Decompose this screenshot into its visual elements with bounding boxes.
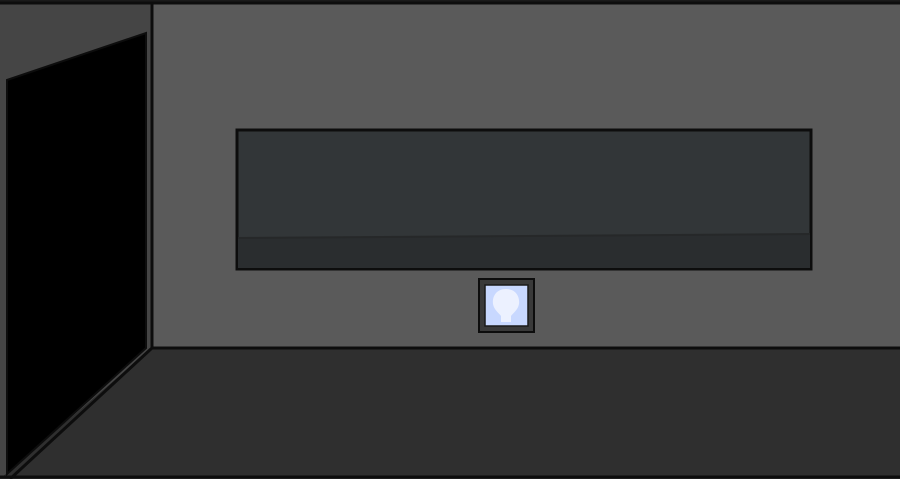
window-hotspot[interactable] <box>236 129 812 270</box>
door-hotspot[interactable] <box>6 34 146 474</box>
light-switch-hotspot[interactable] <box>478 278 535 334</box>
game-scene <box>0 0 900 479</box>
